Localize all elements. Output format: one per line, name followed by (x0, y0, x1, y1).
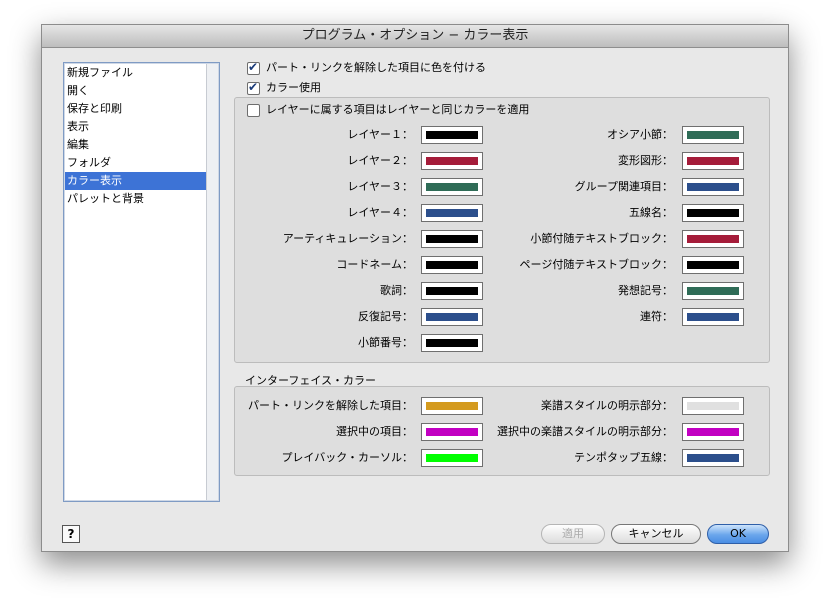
color-label: プレイバック・カーソル： (281, 451, 413, 464)
color-fill (687, 428, 739, 436)
color-swatch-button[interactable] (682, 178, 744, 196)
color-label: 選択中の楽譜スタイルの明示部分： (497, 425, 673, 438)
color-fill (426, 454, 478, 462)
checkbox-icon (247, 60, 260, 75)
color-swatch-button[interactable] (682, 397, 744, 415)
sidebar-item[interactable]: フォルダ (65, 154, 206, 172)
color-swatch-button[interactable] (682, 230, 744, 248)
color-fill (687, 287, 739, 295)
color-swatch-button[interactable] (421, 152, 483, 170)
color-fill (426, 131, 478, 139)
color-label: 小節付随テキストブロック： (530, 232, 673, 245)
color-swatch-button[interactable] (682, 204, 744, 222)
color-fill (687, 157, 739, 165)
color-swatch-button[interactable] (421, 178, 483, 196)
color-swatch-button[interactable] (682, 152, 744, 170)
color-label: ページ付随テキストブロック： (519, 258, 673, 271)
color-fill (426, 313, 478, 321)
color-swatch-button[interactable] (682, 423, 744, 441)
color-swatch-button[interactable] (421, 204, 483, 222)
color-fill (426, 261, 478, 269)
color-label: 小節番号： (358, 336, 413, 349)
color-swatch-button[interactable] (421, 397, 483, 415)
color-label: グループ関連項目： (574, 180, 673, 193)
color-swatch-button[interactable] (682, 282, 744, 300)
color-swatch-button[interactable] (421, 308, 483, 326)
color-fill (426, 235, 478, 243)
color-fill (687, 313, 739, 321)
category-list-scrollbar[interactable] (206, 64, 218, 500)
unlink-color-checkbox[interactable]: パート・リンクを解除した項目に色を付ける (247, 60, 486, 75)
color-label: テンポタップ五線： (574, 451, 673, 464)
color-fill (687, 261, 739, 269)
help-button[interactable]: ? (62, 525, 80, 543)
color-label: 連符： (640, 310, 673, 323)
sidebar-item[interactable]: 保存と印刷 (65, 100, 206, 118)
use-color-checkbox[interactable]: カラー使用 (247, 80, 321, 95)
color-fill (426, 287, 478, 295)
color-fill (426, 402, 478, 410)
cancel-button[interactable]: キャンセル (611, 524, 701, 544)
interface-color-panel: パート・リンクを解除した項目： 選択中の項目： プレイバック・カーソル： 楽譜スタイ… (234, 386, 770, 476)
color-panel: レイヤーに属する項目はレイヤーと同じカラーを適用 レイヤー１： レイヤー２： レイヤ… (234, 97, 770, 363)
color-fill (687, 235, 739, 243)
sidebar-item[interactable]: 編集 (65, 136, 206, 154)
color-swatch-button[interactable] (421, 126, 483, 144)
color-label: レイヤー４： (347, 206, 413, 219)
color-fill (426, 428, 478, 436)
color-swatch-button[interactable] (421, 230, 483, 248)
checkbox-icon (247, 103, 260, 117)
apply-button[interactable]: 適用 (541, 524, 605, 544)
color-swatch-button[interactable] (421, 256, 483, 274)
sidebar-item[interactable]: パレットと背景 (65, 190, 206, 208)
color-fill (687, 402, 739, 410)
color-label: レイヤー３： (347, 180, 413, 193)
color-label: コードネーム： (336, 258, 413, 271)
sidebar-item[interactable]: 開く (65, 82, 206, 100)
color-label: 発想記号： (618, 284, 673, 297)
color-label: レイヤー２： (347, 154, 413, 167)
category-list-items: 新規ファイル 開く 保存と印刷 表示 編集 フォルダ カラー表示 パレットと背景 (65, 64, 206, 208)
options-dialog: プログラム・オプション − カラー表示 新規ファイル 開く 保存と印刷 表示 編集 フォル… (41, 24, 789, 552)
color-fill (426, 157, 478, 165)
category-list[interactable]: 新規ファイル 開く 保存と印刷 表示 編集 フォルダ カラー表示 パレットと背景 (63, 62, 220, 502)
color-label: 歌詞： (380, 284, 413, 297)
color-label: 五線名： (629, 206, 673, 219)
color-fill (687, 183, 739, 191)
color-swatch-button[interactable] (682, 449, 744, 467)
checkbox-icon (247, 80, 260, 95)
color-label: 反復記号： (358, 310, 413, 323)
ok-button[interactable]: OK (707, 524, 769, 544)
color-swatch-button[interactable] (421, 449, 483, 467)
color-swatch-button[interactable] (421, 423, 483, 441)
sidebar-item[interactable]: 表示 (65, 118, 206, 136)
color-label: アーティキュレーション： (282, 232, 413, 245)
sidebar-item[interactable]: 新規ファイル (65, 64, 206, 82)
color-fill (687, 209, 739, 217)
color-label: オシア小節： (607, 128, 673, 141)
color-label: 変形図形： (618, 154, 673, 167)
color-fill (687, 131, 739, 139)
color-label: 選択中の項目： (336, 425, 413, 438)
color-swatch-button[interactable] (682, 308, 744, 326)
color-fill (426, 183, 478, 191)
sidebar-item[interactable]: カラー表示 (65, 172, 206, 190)
color-fill (687, 454, 739, 462)
layer-color-checkbox[interactable]: レイヤーに属する項目はレイヤーと同じカラーを適用 (247, 103, 529, 117)
color-label: 楽譜スタイルの明示部分： (541, 399, 673, 412)
window-title: プログラム・オプション − カラー表示 (42, 25, 788, 48)
color-fill (426, 209, 478, 217)
color-swatch-button[interactable] (421, 334, 483, 352)
color-label: パート・リンクを解除した項目： (248, 399, 413, 412)
color-swatch-button[interactable] (421, 282, 483, 300)
color-swatch-button[interactable] (682, 126, 744, 144)
color-fill (426, 339, 478, 347)
color-swatch-button[interactable] (682, 256, 744, 274)
color-label: レイヤー１： (347, 128, 413, 141)
